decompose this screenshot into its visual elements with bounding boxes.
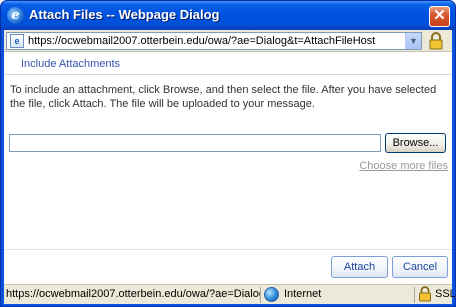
footer-divider (4, 249, 452, 250)
dialog-client: e https://ocwebmail2007.otterbein.edu/ow… (4, 30, 455, 304)
address-url: https://ocwebmail2007.otterbein.edu/owa/… (28, 35, 376, 47)
status-url: https://ocwebmail2007.otterbein.edu/owa/… (6, 288, 260, 300)
attach-button[interactable]: Attach (331, 256, 388, 278)
ssl-label: SSL (435, 288, 456, 300)
status-separator (414, 287, 415, 303)
chevron-down-icon[interactable]: ▼ (405, 33, 421, 49)
choose-more-files-link[interactable]: Choose more files (359, 160, 448, 172)
lock-icon[interactable] (428, 32, 444, 50)
address-bar: e https://ocwebmail2007.otterbein.edu/ow… (4, 30, 452, 52)
globe-icon (264, 287, 279, 302)
browse-button[interactable]: Browse... (385, 133, 446, 153)
page-icon: e (10, 34, 24, 48)
window-title: Attach Files -- Webpage Dialog (29, 7, 220, 22)
security-zone: Internet (284, 288, 322, 300)
include-attachments-link[interactable]: Include Attachments (21, 58, 120, 70)
address-field[interactable]: e https://ocwebmail2007.otterbein.edu/ow… (6, 32, 422, 50)
ie-icon: e (7, 7, 24, 24)
divider (4, 74, 452, 75)
close-button[interactable]: ✕ (429, 6, 450, 27)
lock-icon[interactable] (418, 286, 432, 302)
cancel-button[interactable]: Cancel (392, 256, 448, 278)
status-bar: https://ocwebmail2007.otterbein.edu/owa/… (4, 284, 455, 304)
file-path-input[interactable] (9, 134, 381, 152)
title-bar[interactable]: e Attach Files -- Webpage Dialog ✕ (1, 1, 455, 30)
instructions-text: To include an attachment, click Browse, … (10, 84, 437, 110)
status-separator (260, 287, 261, 303)
dialog-window: e Attach Files -- Webpage Dialog ✕ e htt… (0, 0, 456, 307)
